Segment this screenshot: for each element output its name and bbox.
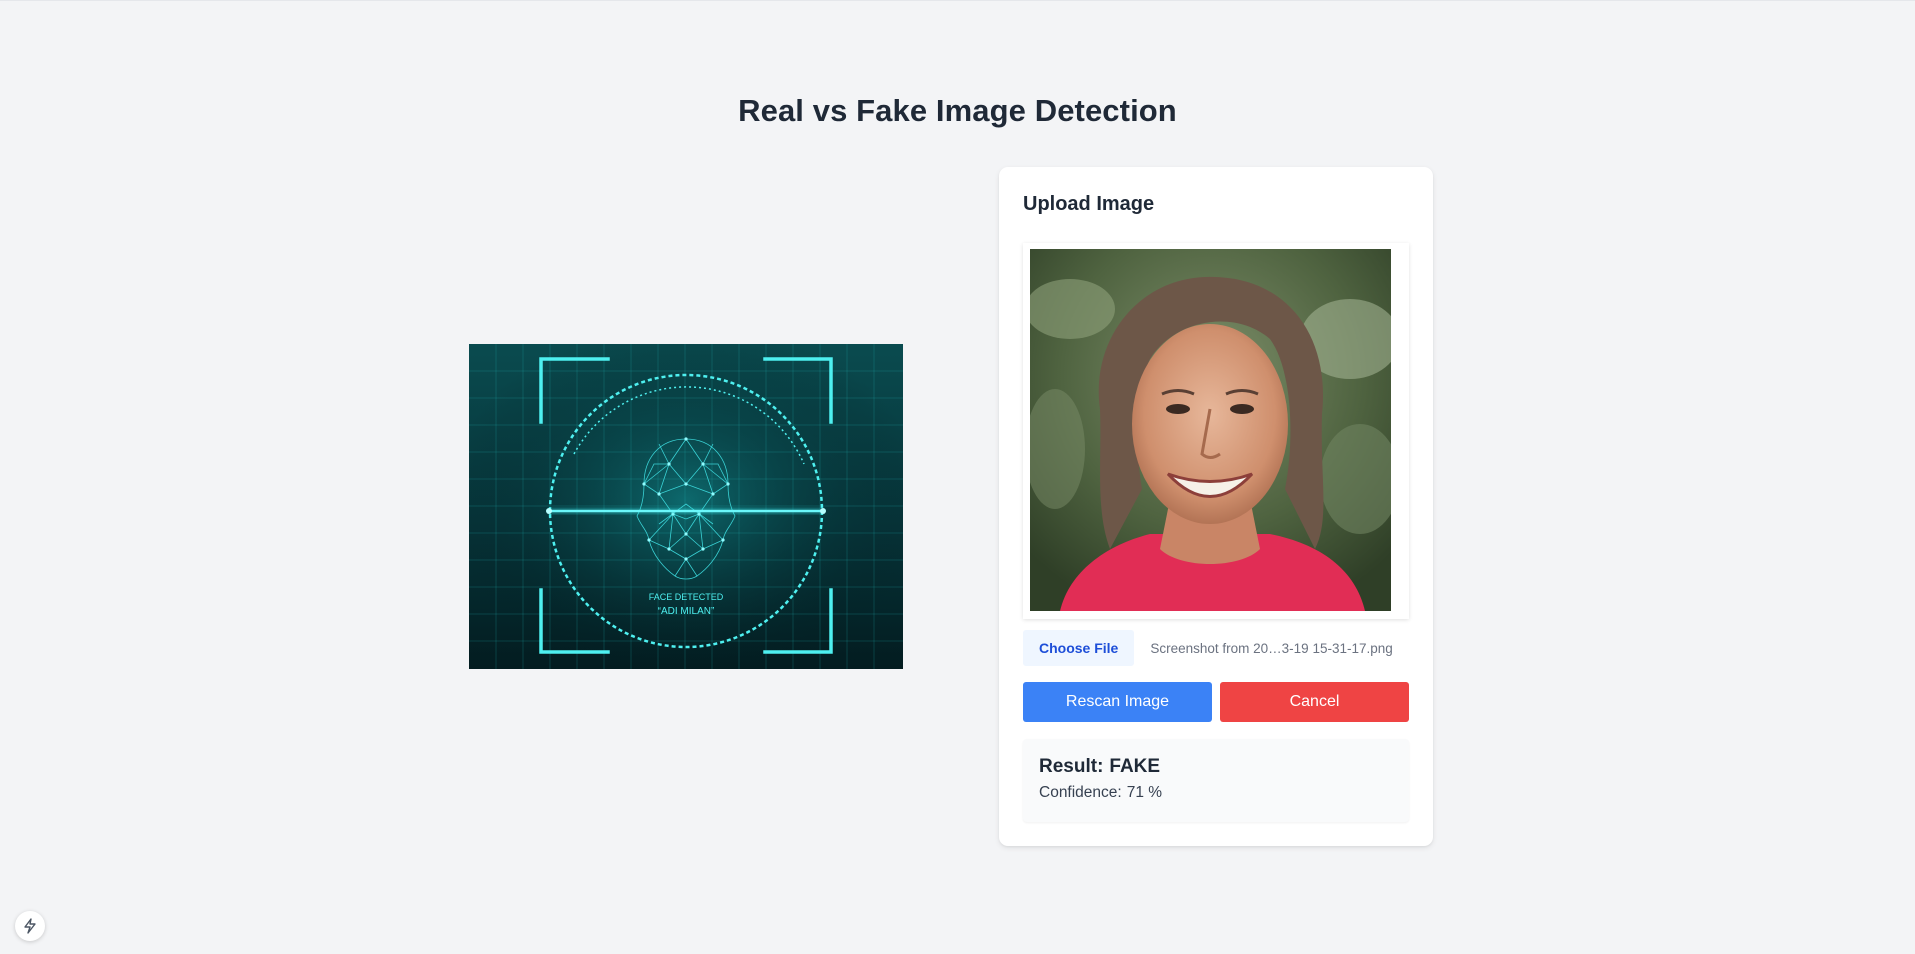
upload-title: Upload Image <box>1023 193 1155 215</box>
selected-file-name: Screenshot from 20…3-19 15-31-17.png <box>1150 640 1393 656</box>
action-buttons: Rescan Image Cancel <box>1023 682 1409 722</box>
choose-file-button[interactable]: Choose File <box>1023 630 1135 666</box>
page: Real vs Fake Image Detection FACE DETECT… <box>0 0 1915 954</box>
dev-tools-badge[interactable] <box>15 911 45 941</box>
face-detected-caption: FACE DETECTED <box>649 592 724 602</box>
uploaded-image-preview <box>1030 249 1391 611</box>
face-name-caption: “ADI MILAN” <box>658 606 715 617</box>
upload-card: Upload Image Choose File Screenshot from… <box>999 167 1433 846</box>
result-panel: Result: FAKE Confidence: 71 % <box>1023 739 1409 822</box>
confidence-label: Confidence: <box>1039 784 1122 801</box>
image-preview-frame <box>1023 243 1409 619</box>
page-title: Real vs Fake Image Detection <box>738 93 1177 128</box>
face-detection-illustration: FACE DETECTED “ADI MILAN” <box>469 344 903 669</box>
file-input-row: Choose File Screenshot from 20…3-19 15-3… <box>1023 630 1409 666</box>
result-verdict: FAKE <box>1109 756 1161 777</box>
result-heading: Result: FAKE <box>1039 756 1393 778</box>
result-label: Result: <box>1039 756 1104 777</box>
rescan-image-button[interactable]: Rescan Image <box>1023 682 1212 722</box>
lightning-bolt-icon <box>24 918 36 934</box>
confidence-line: Confidence: 71 % <box>1039 784 1393 802</box>
confidence-value: 71 % <box>1126 784 1163 801</box>
cancel-button[interactable]: Cancel <box>1220 682 1409 722</box>
